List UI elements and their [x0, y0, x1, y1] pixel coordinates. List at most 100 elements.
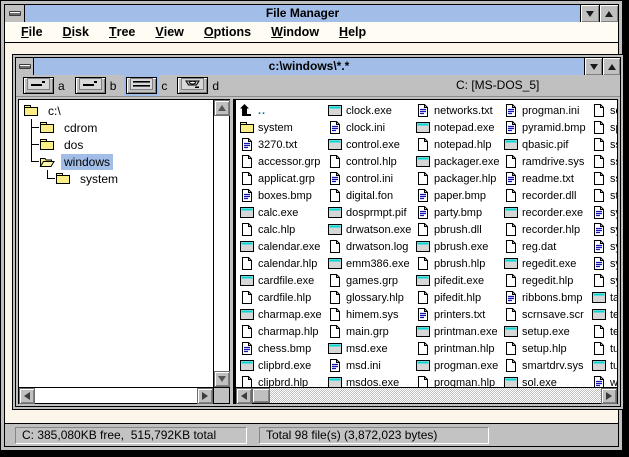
- file-item[interactable]: ramdrive.sys: [503, 153, 591, 170]
- file-item[interactable]: charmap.exe: [239, 306, 327, 323]
- file-item[interactable]: paper.bmp: [415, 187, 503, 204]
- file-item[interactable]: himem.sys: [327, 306, 415, 323]
- file-item[interactable]: chess.bmp: [239, 340, 327, 357]
- menu-window[interactable]: Window: [261, 22, 329, 42]
- file-item[interactable]: drwatson.exe: [327, 221, 415, 238]
- drive-b-button[interactable]: [74, 77, 106, 94]
- file-item[interactable]: ribbons.bmp: [503, 289, 591, 306]
- file-item[interactable]: sys: [591, 255, 617, 272]
- file-item[interactable]: printman.exe: [415, 323, 503, 340]
- drive-c-button[interactable]: [124, 75, 160, 96]
- drive-a-button[interactable]: [23, 77, 54, 94]
- menu-view[interactable]: View: [145, 22, 194, 42]
- scroll-track[interactable]: [214, 116, 229, 371]
- file-item[interactable]: pifedit.exe: [415, 272, 503, 289]
- file-item[interactable]: clipbrd.hlp: [239, 374, 327, 387]
- file-item[interactable]: printers.txt: [415, 306, 503, 323]
- file-item[interactable]: scrnsave.scr: [503, 306, 591, 323]
- scroll-right-button[interactable]: [601, 388, 617, 404]
- file-item[interactable]: ter: [591, 323, 617, 340]
- file-item[interactable]: smartdrv.sys: [503, 357, 591, 374]
- file-item[interactable]: packager.exe: [415, 153, 503, 170]
- maximize-button[interactable]: [599, 5, 618, 22]
- file-item[interactable]: pbrush.hlp: [415, 255, 503, 272]
- file-item[interactable]: 3270.txt: [239, 136, 327, 153]
- file-item[interactable]: drwatson.log: [327, 238, 415, 255]
- parent-directory-item[interactable]: ..: [239, 102, 327, 119]
- tree-horizontal-scrollbar[interactable]: [19, 387, 213, 404]
- file-item[interactable]: reg.dat: [503, 238, 591, 255]
- file-item[interactable]: sys: [591, 272, 617, 289]
- menu-help[interactable]: Help: [329, 22, 376, 42]
- menu-file[interactable]: File: [11, 22, 53, 42]
- file-item[interactable]: charmap.hlp: [239, 323, 327, 340]
- file-item[interactable]: main.grp: [327, 323, 415, 340]
- child-maximize-button[interactable]: [602, 58, 620, 75]
- file-item[interactable]: clipbrd.exe: [239, 357, 327, 374]
- file-item[interactable]: calc.exe: [239, 204, 327, 221]
- file-item[interactable]: msd.exe: [327, 340, 415, 357]
- file-item[interactable]: packager.hlp: [415, 170, 503, 187]
- file-item[interactable]: progman.ini: [503, 102, 591, 119]
- file-item[interactable]: setup.hlp: [503, 340, 591, 357]
- minimize-button[interactable]: [580, 5, 599, 22]
- system-menu-button[interactable]: [5, 5, 25, 22]
- file-item[interactable]: printman.hlp: [415, 340, 503, 357]
- child-system-menu-button[interactable]: [16, 58, 34, 75]
- file-item[interactable]: recorder.hlp: [503, 221, 591, 238]
- child-minimize-button[interactable]: [584, 58, 602, 75]
- file-item[interactable]: clock.ini: [327, 119, 415, 136]
- file-item[interactable]: msd.ini: [327, 357, 415, 374]
- file-item[interactable]: pyramid.bmp: [503, 119, 591, 136]
- file-item[interactable]: ssm: [591, 136, 617, 153]
- file-item[interactable]: cardfile.hlp: [239, 289, 327, 306]
- file-item[interactable]: sys: [591, 221, 617, 238]
- menu-disk[interactable]: Disk: [53, 22, 99, 42]
- file-item[interactable]: notepad.hlp: [415, 136, 503, 153]
- file-item[interactable]: dosprmpt.pif: [327, 204, 415, 221]
- file-item[interactable]: readme.txt: [503, 170, 591, 187]
- file-item[interactable]: calendar.exe: [239, 238, 327, 255]
- file-item[interactable]: system: [239, 119, 327, 136]
- file-item[interactable]: ter: [591, 306, 617, 323]
- file-item[interactable]: control.hlp: [327, 153, 415, 170]
- file-item[interactable]: regedit.hlp: [503, 272, 591, 289]
- file-item[interactable]: boxes.bmp: [239, 187, 327, 204]
- tree-item-c[interactable]: c:\: [19, 102, 213, 119]
- file-item[interactable]: progman.exe: [415, 357, 503, 374]
- scroll-left-button[interactable]: [236, 388, 252, 404]
- scroll-track[interactable]: [35, 388, 197, 403]
- file-item[interactable]: tas: [591, 289, 617, 306]
- scroll-left-button[interactable]: [19, 388, 35, 404]
- file-item[interactable]: sys: [591, 238, 617, 255]
- file-item[interactable]: emm386.exe: [327, 255, 415, 272]
- scroll-right-button[interactable]: [197, 388, 213, 404]
- file-item[interactable]: setup.exe: [503, 323, 591, 340]
- file-item[interactable]: accessor.grp: [239, 153, 327, 170]
- file-item[interactable]: digital.fon: [327, 187, 415, 204]
- file-item[interactable]: qbasic.pif: [503, 136, 591, 153]
- tree-item-system[interactable]: system: [19, 170, 213, 187]
- file-item[interactable]: networks.txt: [415, 102, 503, 119]
- menu-tree[interactable]: Tree: [99, 22, 145, 42]
- file-item[interactable]: applicat.grp: [239, 170, 327, 187]
- file-item[interactable]: recorder.exe: [503, 204, 591, 221]
- file-item[interactable]: control.exe: [327, 136, 415, 153]
- file-item[interactable]: ssm: [591, 153, 617, 170]
- file-item[interactable]: tut: [591, 340, 617, 357]
- file-item[interactable]: sol.exe: [503, 374, 591, 387]
- file-item[interactable]: we: [591, 374, 617, 387]
- file-item[interactable]: sys: [591, 204, 617, 221]
- file-item[interactable]: sss: [591, 170, 617, 187]
- file-item[interactable]: recorder.dll: [503, 187, 591, 204]
- file-item[interactable]: notepad.exe: [415, 119, 503, 136]
- file-item[interactable]: cardfile.exe: [239, 272, 327, 289]
- scroll-thumb[interactable]: [252, 388, 270, 403]
- file-item[interactable]: clock.exe: [327, 102, 415, 119]
- file-horizontal-scrollbar[interactable]: [236, 387, 617, 404]
- file-item[interactable]: sta: [591, 187, 617, 204]
- file-item[interactable]: msdos.exe: [327, 374, 415, 387]
- file-item[interactable]: pbrush.dll: [415, 221, 503, 238]
- drive-d-button[interactable]: [177, 77, 209, 94]
- scroll-up-button[interactable]: [214, 100, 230, 116]
